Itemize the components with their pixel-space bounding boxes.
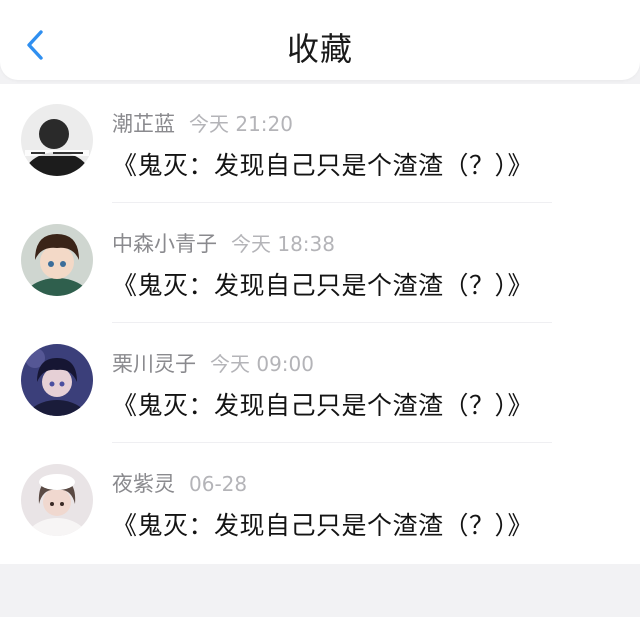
divider: [112, 442, 552, 443]
favorites-list: 潮芷蓝 今天 21:20 《鬼灭：发现自己只是个渣渣（？）》 中森小青子 今天 18…: [0, 84, 640, 564]
message-text: 《鬼灭：发现自己只是个渣渣（？）》: [112, 271, 534, 300]
page-title: 收藏: [286, 30, 353, 68]
list-item[interactable]: 栗川灵子 今天 09:00 《鬼灭：发现自己只是个渣渣（？）》: [0, 324, 640, 444]
list-item[interactable]: 潮芷蓝 今天 21:20 《鬼灭：发现自己只是个渣渣（？）》: [0, 84, 640, 204]
user-name: 中森小青子: [112, 232, 217, 256]
timestamp: 今天 18:38: [231, 232, 335, 256]
timestamp: 今天 09:00: [210, 352, 314, 376]
list-item[interactable]: 夜紫灵 06-28 《鬼灭：发现自己只是个渣渣（？）》: [0, 444, 640, 564]
avatar: [21, 104, 93, 176]
message-text: 《鬼灭：发现自己只是个渣渣（？）》: [112, 391, 534, 420]
divider: [112, 322, 552, 323]
app-header: 收藏: [0, 0, 640, 80]
avatar: [21, 464, 93, 536]
user-name: 夜紫灵: [112, 472, 175, 496]
user-name: 栗川灵子: [112, 352, 196, 376]
avatar: [21, 224, 93, 296]
timestamp: 今天 21:20: [189, 112, 293, 136]
timestamp: 06-28: [189, 472, 248, 496]
message-text: 《鬼灭：发现自己只是个渣渣（？）》: [112, 151, 534, 180]
avatar: [21, 344, 93, 416]
divider: [112, 202, 552, 203]
message-text: 《鬼灭：发现自己只是个渣渣（？）》: [112, 511, 534, 540]
user-name: 潮芷蓝: [112, 112, 175, 136]
list-item[interactable]: 中森小青子 今天 18:38 《鬼灭：发现自己只是个渣渣（？）》: [0, 204, 640, 324]
